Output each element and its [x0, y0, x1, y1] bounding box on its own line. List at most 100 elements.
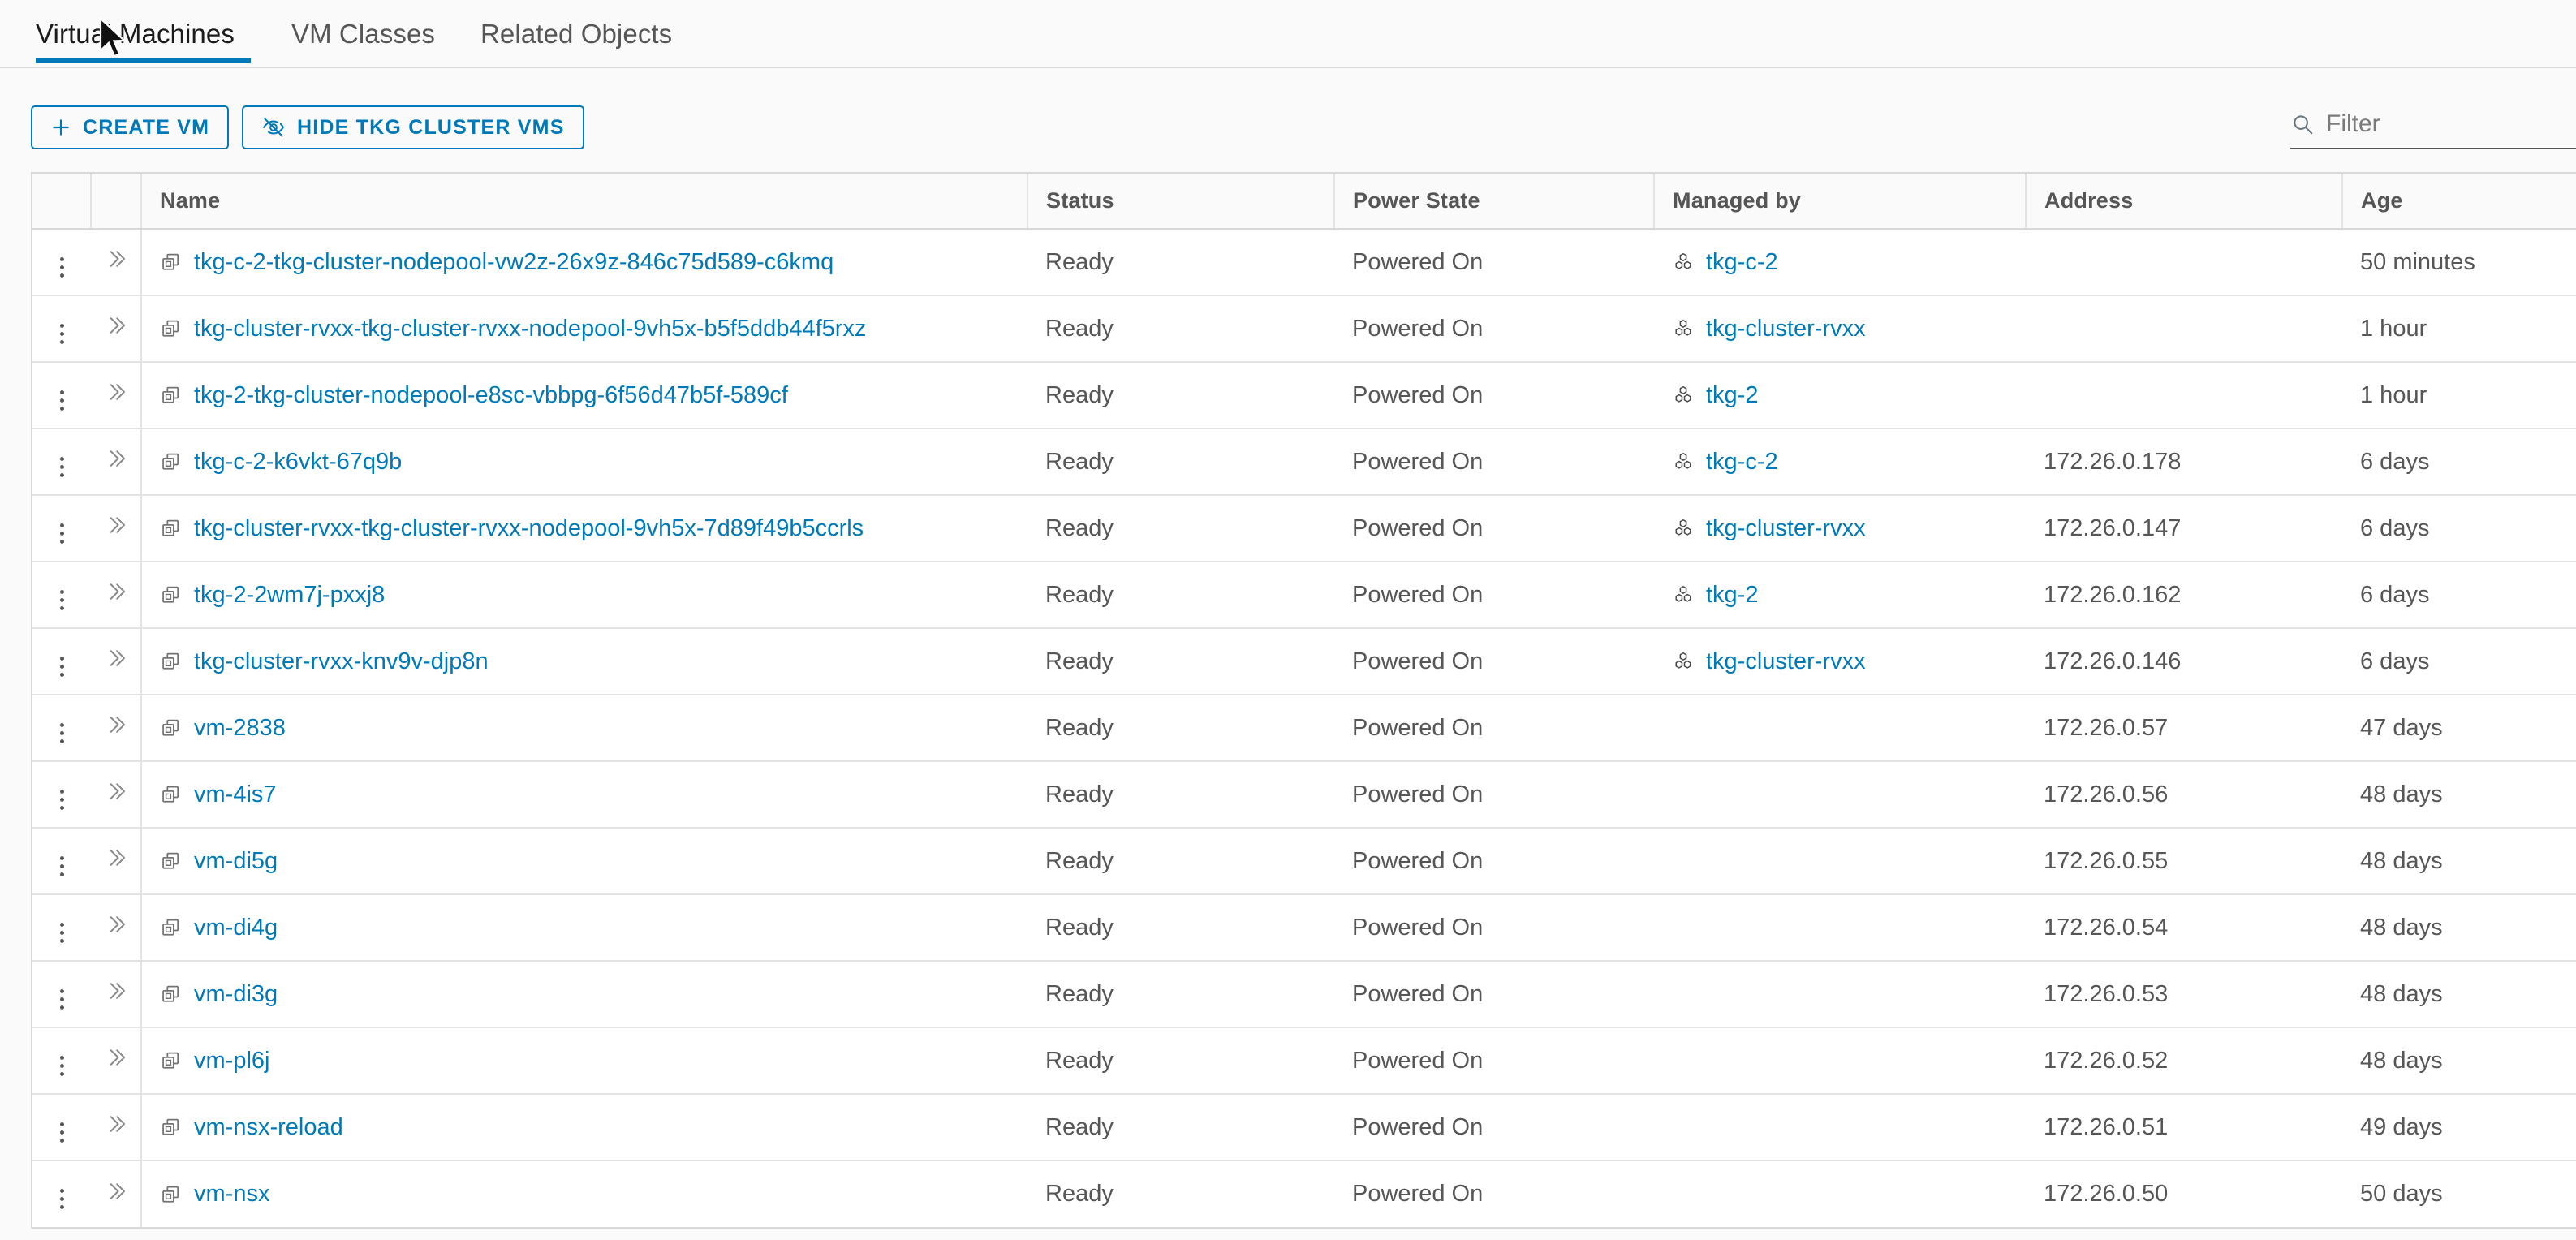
- cell-name[interactable]: tkg-c-2-tkg-cluster-nodepool-vw2z-26x9z-…: [140, 229, 1027, 295]
- cell-name[interactable]: vm-di4g: [140, 893, 1027, 961]
- vm-name-link[interactable]: tkg-2-tkg-cluster-nodepool-e8sc-vbbpg-6f…: [194, 382, 788, 409]
- chevron-double-right-icon[interactable]: [104, 846, 128, 870]
- kebab-menu-icon[interactable]: [45, 983, 78, 1015]
- row-menu-cell[interactable]: [32, 893, 91, 961]
- hide-tkg-cluster-vms-button[interactable]: HIDE TKG CLUSTER VMS: [242, 105, 584, 149]
- row-menu-cell[interactable]: [32, 494, 91, 562]
- column-header-address[interactable]: Address: [2025, 174, 2342, 230]
- chevron-double-right-icon[interactable]: [104, 646, 128, 670]
- chevron-double-right-icon[interactable]: [104, 513, 128, 537]
- chevron-double-right-icon[interactable]: [104, 313, 128, 338]
- table-row[interactable]: tkg-cluster-rvxx-knv9v-djp8n Ready Powered…: [32, 627, 2576, 695]
- vm-name-link[interactable]: vm-4is7: [194, 781, 277, 808]
- managed-by-link[interactable]: tkg-c-2: [1706, 249, 1778, 276]
- row-menu-cell[interactable]: [32, 694, 91, 761]
- kebab-menu-icon[interactable]: [45, 317, 78, 350]
- row-expand-cell[interactable]: [91, 561, 141, 628]
- column-header-age[interactable]: Age: [2341, 174, 2576, 230]
- kebab-menu-icon[interactable]: [45, 783, 78, 816]
- kebab-menu-icon[interactable]: [45, 1183, 78, 1216]
- kebab-menu-icon[interactable]: [45, 717, 78, 749]
- row-menu-cell[interactable]: [32, 229, 91, 295]
- table-row[interactable]: tkg-2-2wm7j-pxxj8 Ready Powered On tkg-2 172…: [32, 561, 2576, 628]
- vm-name-link[interactable]: vm-2838: [194, 715, 286, 742]
- table-row[interactable]: tkg-c-2-k6vkt-67q9b Ready Powered On tkg-c-…: [32, 428, 2576, 495]
- kebab-menu-icon[interactable]: [45, 583, 78, 616]
- cell-name[interactable]: vm-pl6j: [140, 1027, 1027, 1094]
- kebab-menu-icon[interactable]: [45, 1116, 78, 1148]
- managed-by-link[interactable]: tkg-2: [1706, 582, 1758, 609]
- column-header-name[interactable]: Name: [140, 174, 1027, 230]
- cell-name[interactable]: vm-di5g: [140, 827, 1027, 894]
- row-menu-cell[interactable]: [32, 760, 91, 828]
- row-expand-cell[interactable]: [91, 760, 141, 828]
- chevron-double-right-icon[interactable]: [104, 579, 128, 604]
- chevron-double-right-icon[interactable]: [104, 1112, 128, 1136]
- kebab-menu-icon[interactable]: [45, 650, 78, 682]
- cell-name[interactable]: vm-nsx-reload: [140, 1093, 1027, 1160]
- vm-name-link[interactable]: vm-nsx: [194, 1181, 269, 1208]
- row-menu-cell[interactable]: [32, 1160, 91, 1227]
- kebab-menu-icon[interactable]: [45, 384, 78, 416]
- row-expand-cell[interactable]: [91, 960, 141, 1027]
- chevron-double-right-icon[interactable]: [104, 713, 128, 737]
- row-expand-cell[interactable]: [91, 295, 141, 362]
- table-row[interactable]: vm-nsx Ready Powered On 172.26.0.50 50 days: [32, 1160, 2576, 1227]
- cell-name[interactable]: tkg-2-2wm7j-pxxj8: [140, 561, 1027, 628]
- vm-name-link[interactable]: vm-di5g: [194, 848, 278, 875]
- vm-name-link[interactable]: tkg-cluster-rvxx-tkg-cluster-rvxx-nodepo…: [194, 316, 866, 342]
- row-menu-cell[interactable]: [32, 1093, 91, 1160]
- cell-name[interactable]: vm-2838: [140, 694, 1027, 761]
- managed-by-link[interactable]: tkg-cluster-rvxx: [1706, 316, 1866, 342]
- table-row[interactable]: vm-di4g Ready Powered On 172.26.0.54 48 days: [32, 893, 2576, 961]
- cell-name[interactable]: vm-4is7: [140, 760, 1027, 828]
- tab-vm-classes[interactable]: VM Classes: [269, 0, 458, 68]
- vm-name-link[interactable]: vm-pl6j: [194, 1048, 269, 1074]
- row-menu-cell[interactable]: [32, 428, 91, 495]
- column-header-status[interactable]: Status: [1027, 174, 1334, 230]
- managed-by-link[interactable]: tkg-c-2: [1706, 449, 1778, 476]
- table-row[interactable]: tkg-cluster-rvxx-tkg-cluster-rvxx-nodepo…: [32, 494, 2576, 562]
- table-row[interactable]: vm-di5g Ready Powered On 172.26.0.55 48 days: [32, 827, 2576, 894]
- column-header-managed-by[interactable]: Managed by: [1653, 174, 2026, 230]
- kebab-menu-icon[interactable]: [45, 850, 78, 882]
- row-menu-cell[interactable]: [32, 960, 91, 1027]
- kebab-menu-icon[interactable]: [45, 450, 78, 483]
- table-row[interactable]: tkg-c-2-tkg-cluster-nodepool-vw2z-26x9z-…: [32, 229, 2576, 295]
- chevron-double-right-icon[interactable]: [104, 247, 128, 271]
- row-expand-cell[interactable]: [91, 694, 141, 761]
- chevron-double-right-icon[interactable]: [104, 1179, 128, 1203]
- kebab-menu-icon[interactable]: [45, 251, 78, 283]
- chevron-double-right-icon[interactable]: [104, 446, 128, 471]
- managed-by-link[interactable]: tkg-cluster-rvxx: [1706, 648, 1866, 675]
- managed-by-link[interactable]: tkg-2: [1706, 382, 1758, 409]
- chevron-double-right-icon[interactable]: [104, 979, 128, 1003]
- row-menu-cell[interactable]: [32, 627, 91, 695]
- vm-name-link[interactable]: tkg-cluster-rvxx-tkg-cluster-rvxx-nodepo…: [194, 515, 864, 542]
- row-menu-cell[interactable]: [32, 827, 91, 894]
- managed-by-link[interactable]: tkg-cluster-rvxx: [1706, 515, 1866, 542]
- row-expand-cell[interactable]: [91, 1093, 141, 1160]
- vm-name-link[interactable]: tkg-c-2-k6vkt-67q9b: [194, 449, 402, 476]
- table-row[interactable]: vm-nsx-reload Ready Powered On 172.26.0.51 4…: [32, 1093, 2576, 1160]
- row-expand-cell[interactable]: [91, 1027, 141, 1094]
- row-expand-cell[interactable]: [91, 627, 141, 695]
- row-menu-cell[interactable]: [32, 1027, 91, 1094]
- create-vm-button[interactable]: CREATE VM: [31, 105, 230, 149]
- vm-name-link[interactable]: tkg-c-2-tkg-cluster-nodepool-vw2z-26x9z-…: [194, 249, 834, 276]
- chevron-double-right-icon[interactable]: [104, 912, 128, 936]
- row-menu-cell[interactable]: [32, 295, 91, 362]
- row-expand-cell[interactable]: [91, 361, 141, 428]
- column-header-power-state[interactable]: Power State: [1333, 174, 1654, 230]
- filter-search[interactable]: [2290, 104, 2576, 149]
- cell-name[interactable]: vm-nsx: [140, 1160, 1027, 1227]
- tab-virtual-machines[interactable]: Virtual Machines: [32, 0, 269, 68]
- table-row[interactable]: vm-di3g Ready Powered On 172.26.0.53 48 days: [32, 960, 2576, 1027]
- vm-name-link[interactable]: tkg-cluster-rvxx-knv9v-djp8n: [194, 648, 489, 675]
- vm-name-link[interactable]: tkg-2-2wm7j-pxxj8: [194, 582, 385, 609]
- table-row[interactable]: tkg-2-tkg-cluster-nodepool-e8sc-vbbpg-6f…: [32, 361, 2576, 428]
- row-expand-cell[interactable]: [91, 1160, 141, 1227]
- row-menu-cell[interactable]: [32, 561, 91, 628]
- cell-name[interactable]: tkg-cluster-rvxx-tkg-cluster-rvxx-nodepo…: [140, 295, 1027, 362]
- chevron-double-right-icon[interactable]: [104, 1045, 128, 1070]
